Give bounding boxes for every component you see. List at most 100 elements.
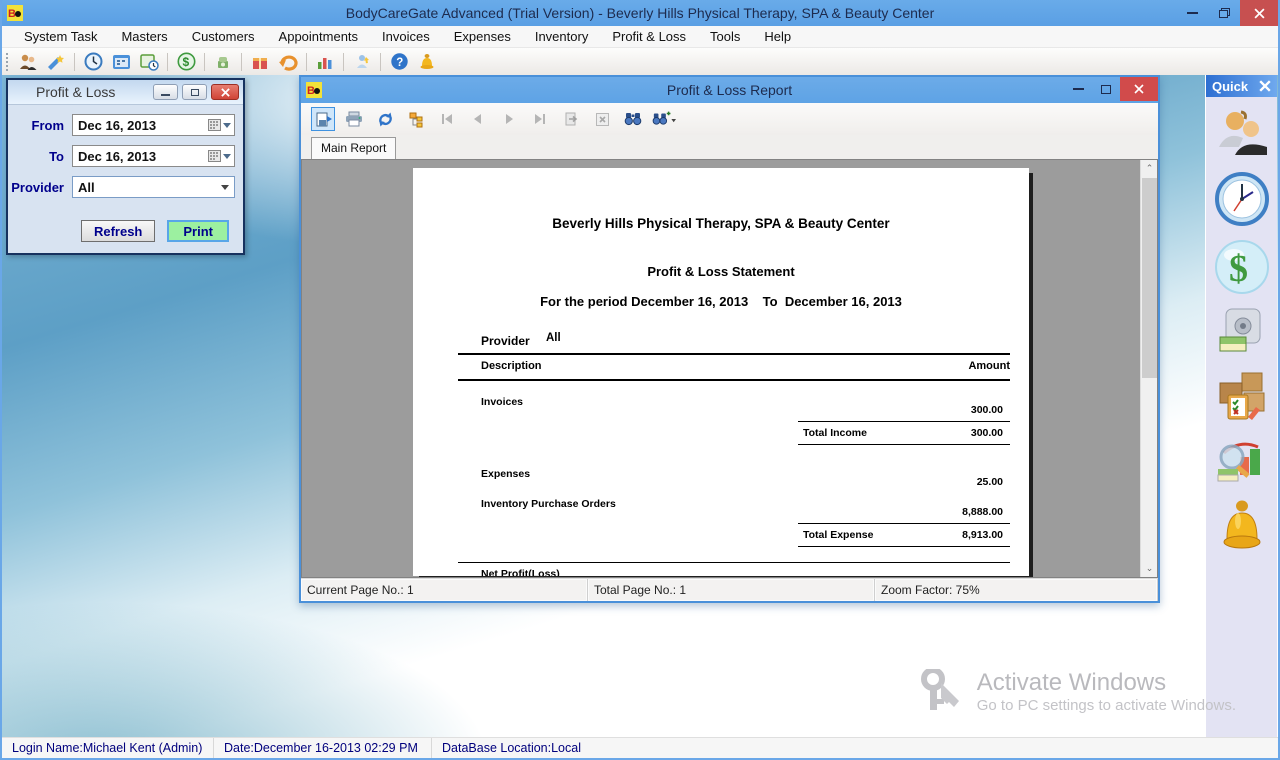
- scrollbar-thumb[interactable]: [1142, 178, 1157, 378]
- clock-icon[interactable]: [81, 51, 105, 73]
- dropdown-arrow-icon[interactable]: [223, 154, 231, 159]
- report-tab-strip: Main Report: [301, 135, 1158, 159]
- report-page: Beverly Hills Physical Therapy, SPA & Be…: [413, 168, 1029, 576]
- print-button[interactable]: Print: [167, 220, 229, 242]
- dropdown-arrow-icon[interactable]: [223, 123, 231, 128]
- zoom-icon[interactable]: [652, 107, 676, 131]
- last-page-icon[interactable]: [528, 107, 552, 131]
- menu-profit-loss[interactable]: Profit & Loss: [600, 26, 698, 47]
- menu-help[interactable]: Help: [752, 26, 803, 47]
- report-rule: [798, 421, 1010, 422]
- reminder-icon[interactable]: [415, 51, 439, 73]
- report-window-title: Profit & Loss Report: [301, 82, 1158, 98]
- report-close-button[interactable]: [1120, 77, 1158, 101]
- dialog-close-button[interactable]: [211, 84, 239, 100]
- statusbar: Login Name:Michael Kent (Admin) Date:Dec…: [2, 737, 1278, 758]
- prev-page-icon[interactable]: [466, 107, 490, 131]
- dialog-minimize-button[interactable]: [153, 84, 178, 100]
- backup-icon[interactable]: [350, 51, 374, 73]
- customers-icon[interactable]: [16, 51, 40, 73]
- group-tree-icon[interactable]: [404, 107, 428, 131]
- report-period-line: For the period December 16, 2013 To Dece…: [413, 294, 1029, 309]
- toolbar-separator: [306, 53, 307, 71]
- refresh-icon[interactable]: [373, 107, 397, 131]
- menu-tools[interactable]: Tools: [698, 26, 752, 47]
- export-icon[interactable]: [311, 107, 335, 131]
- provider-select[interactable]: All: [72, 176, 235, 198]
- goto-page-icon[interactable]: [559, 107, 583, 131]
- current-page-status: Current Page No.: 1: [301, 579, 588, 601]
- menu-system-task[interactable]: System Task: [12, 26, 109, 47]
- col-amount: Amount: [890, 360, 1010, 372]
- report-window: B Profit & Loss Report: [299, 75, 1160, 603]
- close-icon: [221, 88, 230, 97]
- invoices-icon[interactable]: $: [1213, 239, 1271, 295]
- inventory-icon[interactable]: [1213, 369, 1271, 423]
- period-from: December 16, 2013: [631, 294, 748, 309]
- minimize-icon: [1187, 12, 1198, 14]
- report-provider-label: Provider: [481, 334, 530, 348]
- maximize-icon: [1101, 85, 1111, 94]
- watermark-subtitle: Go to PC settings to activate Windows.: [977, 697, 1236, 714]
- expenses-icon[interactable]: [1213, 307, 1271, 357]
- appointments-icon[interactable]: [1213, 171, 1271, 227]
- close-button[interactable]: [1240, 0, 1278, 26]
- menu-appointments[interactable]: Appointments: [267, 26, 371, 47]
- to-date-input[interactable]: Dec 16, 2013: [72, 145, 235, 167]
- report-minimize-button[interactable]: [1064, 77, 1092, 101]
- close-icon: [1254, 8, 1265, 19]
- menu-inventory[interactable]: Inventory: [523, 26, 600, 47]
- provider-label: Provider: [8, 180, 72, 195]
- reminders-icon[interactable]: [1213, 499, 1271, 555]
- customers-icon[interactable]: [1213, 109, 1271, 159]
- menu-masters[interactable]: Masters: [109, 26, 179, 47]
- titlebar: B BodyCareGate Advanced (Trial Version) …: [2, 0, 1278, 26]
- next-page-icon[interactable]: [497, 107, 521, 131]
- expenses-icon[interactable]: [211, 51, 235, 73]
- menu-customers[interactable]: Customers: [180, 26, 267, 47]
- close-view-icon[interactable]: [590, 107, 614, 131]
- print-icon[interactable]: [342, 107, 366, 131]
- report-maximize-button[interactable]: [1092, 77, 1120, 101]
- minimize-button[interactable]: [1176, 0, 1208, 26]
- calendar-icon: [208, 150, 221, 162]
- masters-icon[interactable]: [44, 51, 68, 73]
- appointments-icon[interactable]: [109, 51, 133, 73]
- toolbar-separator: [204, 53, 205, 71]
- inventory-icon[interactable]: [248, 51, 272, 73]
- scroll-down-icon[interactable]: ⌄: [1141, 560, 1158, 577]
- undo-icon[interactable]: [276, 51, 300, 73]
- period-label: For the period: [540, 294, 627, 309]
- calendar-icon: [208, 119, 221, 131]
- restore-button[interactable]: [1208, 0, 1240, 26]
- database-status: DataBase Location:Local: [432, 738, 591, 758]
- main-toolbar: $ ?: [2, 48, 1278, 75]
- period-to: December 16, 2013: [785, 294, 902, 309]
- help-icon[interactable]: ?: [387, 51, 411, 73]
- scroll-up-icon[interactable]: ⌃: [1141, 160, 1158, 177]
- dialog-title: Profit & Loss: [36, 84, 115, 100]
- row-label: Expenses: [481, 468, 530, 480]
- menu-expenses[interactable]: Expenses: [442, 26, 523, 47]
- minimize-icon: [161, 94, 170, 96]
- find-icon[interactable]: [621, 107, 645, 131]
- refresh-button[interactable]: Refresh: [81, 220, 155, 242]
- dialog-maximize-button[interactable]: [182, 84, 207, 100]
- maximize-icon: [191, 89, 199, 96]
- first-page-icon[interactable]: [435, 107, 459, 131]
- menu-invoices[interactable]: Invoices: [370, 26, 442, 47]
- toolbar-grip[interactable]: [6, 53, 10, 71]
- invoices-icon[interactable]: $: [174, 51, 198, 73]
- from-date-input[interactable]: Dec 16, 2013: [72, 114, 235, 136]
- total-page-status: Total Page No.: 1: [588, 579, 875, 601]
- report-toolbar: [301, 103, 1158, 135]
- row-amount: 8,888.00: [883, 506, 1003, 518]
- schedule-icon[interactable]: [137, 51, 161, 73]
- report-rule: [798, 546, 1010, 547]
- reports-icon[interactable]: [1213, 435, 1271, 487]
- tab-main-report[interactable]: Main Report: [311, 137, 396, 159]
- quick-close-icon[interactable]: [1259, 80, 1271, 92]
- svg-text:?: ?: [396, 57, 403, 69]
- report-vertical-scrollbar[interactable]: ⌃ ⌄: [1140, 160, 1157, 577]
- reports-icon[interactable]: [313, 51, 337, 73]
